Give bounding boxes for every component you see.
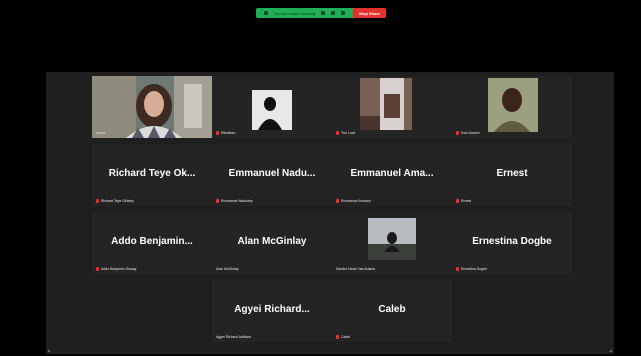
annotate-icon[interactable]: [331, 11, 335, 15]
participant-name-label: Alan McGinlay: [216, 267, 239, 271]
participant-tile[interactable]: Emmanuel Nadu... Emmanuel Nadudey: [212, 144, 332, 206]
participant-display-name: Agyei Richard...: [234, 304, 310, 315]
label-text: Caleb: [341, 335, 351, 339]
resize-corner-icon[interactable]: [609, 349, 612, 352]
participant-tile[interactable]: Emmanuel Ama... Emmanuel Amanor: [332, 144, 452, 206]
participant-tile[interactable]: Agyei Richard... Agyei Richard Addison: [212, 280, 332, 342]
label-text: Kwo Ansere: [461, 131, 480, 135]
participant-name-label: Addo Benjamin Dwaay: [96, 267, 136, 271]
participant-tile[interactable]: Sandra Nana Yaa Adams: [332, 212, 452, 274]
participant-display-name: Alan McGinlay: [237, 236, 307, 247]
mic-muted-icon: [216, 199, 219, 203]
share-status-text: You are screen sharing: [274, 10, 315, 16]
label-text: Ernest: [461, 199, 472, 203]
participant-video: [92, 76, 212, 138]
label-text: Emmanuel Amanor: [341, 199, 371, 203]
participant-photo: [252, 90, 292, 130]
participant-name-label: Emmanuel Amanor: [336, 199, 371, 203]
label-text: Emmanuel Nadudey: [221, 199, 253, 203]
label-text: Ernestina Dogbe: [461, 267, 488, 271]
participant-tile[interactable]: Laura: [92, 76, 212, 138]
participant-name-label: Laura: [96, 131, 105, 135]
participant-tile[interactable]: Ernest Ernest: [452, 144, 572, 206]
mic-muted-icon: [336, 199, 339, 203]
participant-display-name: Ernest: [496, 168, 528, 179]
participant-name-label: Kwo Ansere: [456, 131, 480, 135]
participant-tile[interactable]: Addo Benjamin... Addo Benjamin Dwaay: [92, 212, 212, 274]
resize-corner-icon[interactable]: [48, 349, 51, 352]
participant-photo: [360, 78, 412, 130]
participant-name-label: Richard Teye Okleley: [96, 199, 134, 203]
participant-display-name: Emmanuel Nadu...: [228, 168, 316, 179]
participant-photo: [368, 218, 416, 260]
participant-tile[interactable]: Ellesteen: [212, 76, 332, 138]
participant-name-label: Emmanuel Nadudey: [216, 199, 253, 203]
mic-muted-icon: [456, 199, 459, 203]
participant-name-label: Caleb: [336, 335, 350, 339]
label-text: Ellesteen: [221, 131, 236, 135]
label-text: Richard Teye Okleley: [101, 199, 135, 203]
mic-muted-icon: [96, 199, 99, 203]
participant-tile[interactable]: Caleb Caleb: [332, 280, 452, 342]
mic-muted-icon: [336, 335, 339, 339]
more-options-icon[interactable]: [341, 11, 345, 15]
participant-name-label: Ernestina Dogbe: [456, 267, 487, 271]
participant-tile[interactable]: Alan McGinlay Alan McGinlay: [212, 212, 332, 274]
label-text: Addo Benjamin Dwaay: [101, 267, 137, 271]
mic-muted-icon: [456, 131, 459, 135]
participant-tile[interactable]: Ernestina Dogbe Ernestina Dogbe: [452, 212, 572, 274]
participant-name-label: Ernest: [456, 199, 471, 203]
share-icon: [264, 11, 268, 15]
pause-share-icon[interactable]: [321, 11, 325, 15]
participant-name-label: Agyei Richard Addison: [216, 335, 252, 339]
screen-share-bar: You are screen sharing Stop Share: [256, 8, 387, 18]
participant-display-name: Emmanuel Ama...: [350, 168, 434, 179]
participant-display-name: Caleb: [378, 304, 406, 315]
share-status: You are screen sharing: [256, 8, 353, 18]
participant-name-label: Sandra Nana Yaa Adams: [336, 267, 376, 271]
participant-display-name: Ernestina Dogbe: [472, 236, 552, 247]
participant-name-label: The Lord: [336, 131, 355, 135]
mic-muted-icon: [456, 267, 459, 271]
gallery-view: Laura Ellesteen The Lord Kwo Ansere Rich…: [46, 72, 614, 354]
participant-tile[interactable]: Richard Teye Ok... Richard Teye Okleley: [92, 144, 212, 206]
mic-muted-icon: [336, 131, 339, 135]
stop-share-button[interactable]: Stop Share: [353, 8, 387, 18]
participant-tile[interactable]: The Lord: [332, 76, 452, 138]
mic-muted-icon: [216, 131, 219, 135]
label-text: The Lord: [341, 131, 356, 135]
participant-tile[interactable]: Kwo Ansere: [452, 76, 572, 138]
participant-display-name: Addo Benjamin...: [111, 236, 193, 247]
participant-photo: [488, 78, 538, 132]
participant-name-label: Ellesteen: [216, 131, 235, 135]
participant-display-name: Richard Teye Ok...: [108, 168, 196, 179]
mic-muted-icon: [96, 267, 99, 271]
